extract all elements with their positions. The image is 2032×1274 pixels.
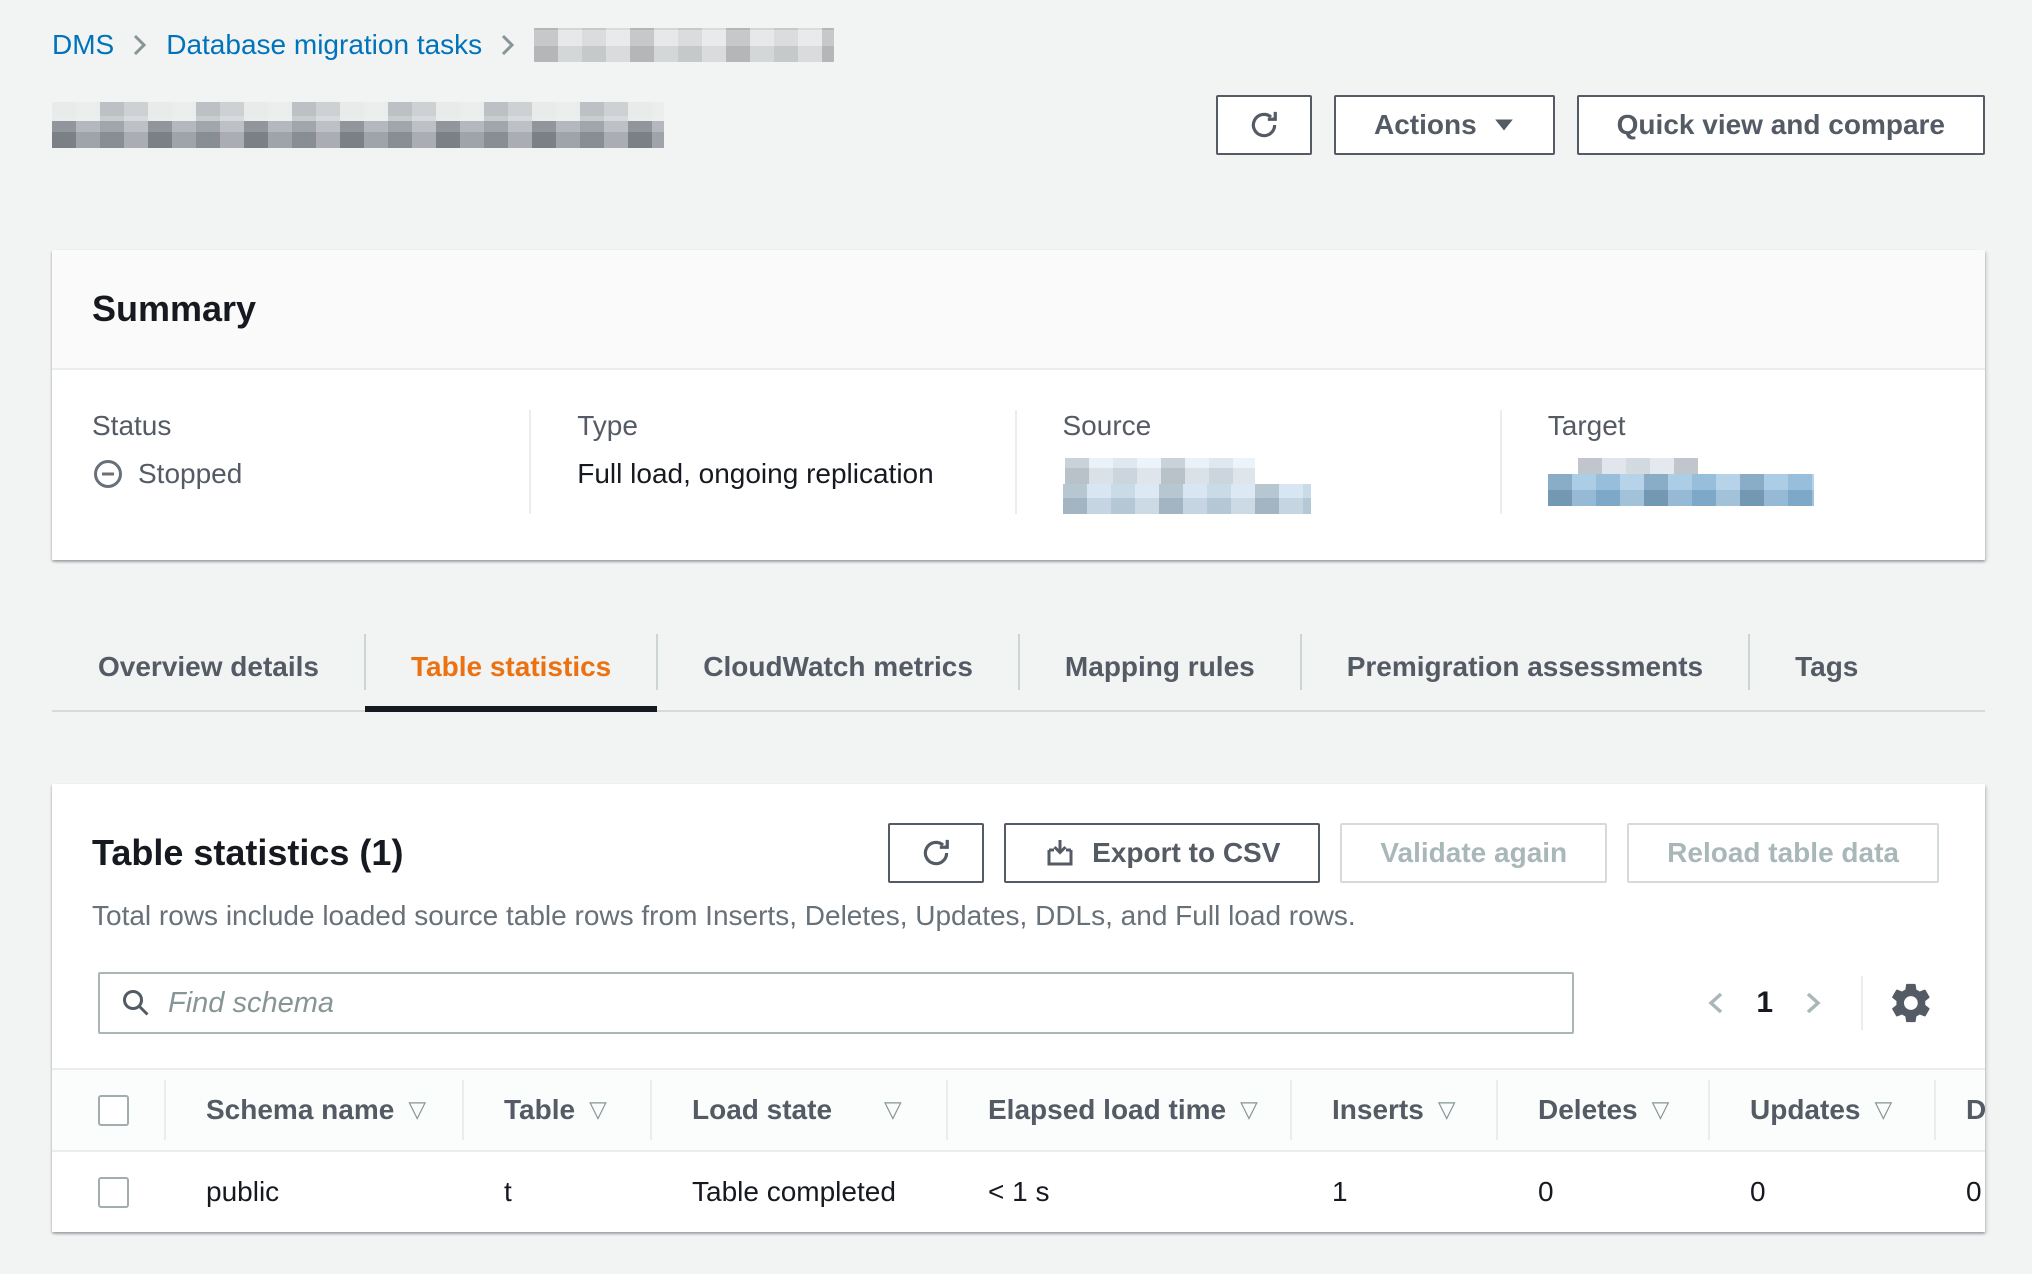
- breadcrumb: DMS Database migration tasks: [52, 26, 1985, 64]
- redacted-target-value: [1548, 458, 1985, 506]
- sort-down-icon: ▽: [589, 1097, 607, 1123]
- cell-table: t: [462, 1152, 650, 1232]
- type-label: Type: [577, 410, 1014, 442]
- table-header-row: Schema name▽ Table▽ Load state▽ Elapsed …: [52, 1068, 1985, 1152]
- refresh-button[interactable]: [1216, 95, 1312, 155]
- column-header-inserts[interactable]: Inserts▽: [1290, 1070, 1496, 1150]
- redacted-task-name: [534, 28, 834, 62]
- status-text: Stopped: [138, 458, 242, 490]
- breadcrumb-dms-link[interactable]: DMS: [52, 29, 114, 61]
- export-csv-icon: [1044, 837, 1076, 869]
- search-icon: [120, 987, 152, 1019]
- status-label: Status: [92, 410, 529, 442]
- stopped-icon: [92, 458, 124, 490]
- redacted-source-value: [1063, 458, 1500, 514]
- export-to-csv-button[interactable]: Export to CSV: [1004, 823, 1320, 883]
- gear-icon: [1888, 980, 1934, 1026]
- reload-table-data-label: Reload table data: [1667, 837, 1899, 869]
- type-value: Full load, ongoing replication: [577, 458, 1014, 490]
- sort-down-icon: ▽: [1652, 1097, 1670, 1123]
- status-value: Stopped: [92, 458, 529, 490]
- tab-cloudwatch-metrics[interactable]: CloudWatch metrics: [657, 624, 1019, 710]
- sort-down-icon: ▽: [1438, 1097, 1456, 1123]
- validate-again-button[interactable]: Validate again: [1340, 823, 1607, 883]
- page-header: Actions Quick view and compare: [52, 94, 1985, 156]
- summary-field-target: Target: [1500, 410, 1985, 514]
- summary-field-source: Source: [1015, 410, 1500, 514]
- chevron-left-icon: [1704, 987, 1728, 1019]
- tab-table-statistics[interactable]: Table statistics: [365, 624, 657, 710]
- find-schema-input[interactable]: [168, 987, 1552, 1020]
- table-refresh-button[interactable]: [888, 823, 984, 883]
- chevron-right-icon: [1801, 987, 1825, 1019]
- table-statistics-description: Total rows include loaded source table r…: [52, 900, 1985, 932]
- sort-down-icon: ▽: [408, 1097, 426, 1123]
- tab-overview-details[interactable]: Overview details: [52, 624, 365, 710]
- column-header-deletes[interactable]: Deletes▽: [1496, 1070, 1708, 1150]
- row-checkbox[interactable]: [98, 1177, 129, 1208]
- column-header-ddls-truncated[interactable]: D: [1934, 1070, 1985, 1150]
- cell-load-state: Table completed: [650, 1152, 946, 1232]
- column-header-schema-name[interactable]: Schema name▽: [164, 1070, 462, 1150]
- cell-schema-name: public: [164, 1152, 462, 1232]
- previous-page-button[interactable]: [1694, 978, 1738, 1028]
- select-all-cell: [52, 1070, 164, 1150]
- breadcrumb-chevron-icon: [130, 31, 150, 59]
- quick-view-and-compare-button[interactable]: Quick view and compare: [1577, 95, 1985, 155]
- summary-body: Status Stopped Type Full load, ongoing r…: [52, 370, 1985, 560]
- next-page-button[interactable]: [1791, 978, 1835, 1028]
- sort-down-icon: ▽: [1240, 1097, 1258, 1123]
- dms-task-page: DMS Database migration tasks Actions: [0, 0, 2032, 1274]
- quick-view-button-label: Quick view and compare: [1617, 109, 1945, 141]
- cell-updates: 0: [1708, 1152, 1934, 1232]
- breadcrumb-chevron-icon: [498, 31, 518, 59]
- actions-button[interactable]: Actions: [1334, 95, 1555, 155]
- actions-button-label: Actions: [1374, 109, 1477, 141]
- reload-table-data-button[interactable]: Reload table data: [1627, 823, 1939, 883]
- table-statistics-title: Table statistics (1): [92, 832, 403, 874]
- search-box: [98, 972, 1574, 1034]
- cell-ddls-truncated: 0: [1934, 1152, 1985, 1232]
- column-header-load-state[interactable]: Load state▽: [650, 1070, 946, 1150]
- source-label: Source: [1063, 410, 1500, 442]
- page-number[interactable]: 1: [1756, 986, 1773, 1020]
- table-preferences-button[interactable]: [1883, 975, 1939, 1031]
- table-row: public t Table completed < 1 s 1 0 0 0: [52, 1152, 1985, 1232]
- pagination: 1: [1694, 975, 1939, 1031]
- select-all-checkbox[interactable]: [98, 1095, 129, 1126]
- refresh-icon: [1247, 108, 1281, 142]
- tab-premigration-assessments[interactable]: Premigration assessments: [1301, 624, 1749, 710]
- table-toolbar: Export to CSV Validate again Reload tabl…: [888, 823, 1939, 883]
- table-filter-row: 1: [52, 972, 1985, 1034]
- summary-field-status: Status Stopped: [52, 410, 529, 514]
- tab-mapping-rules[interactable]: Mapping rules: [1019, 624, 1301, 710]
- tab-tags[interactable]: Tags: [1749, 624, 1904, 710]
- task-tabs: Overview details Table statistics CloudW…: [52, 624, 1985, 712]
- pager-divider: [1861, 976, 1863, 1030]
- validate-again-label: Validate again: [1380, 837, 1567, 869]
- export-to-csv-label: Export to CSV: [1092, 837, 1280, 869]
- column-header-elapsed-load-time[interactable]: Elapsed load time▽: [946, 1070, 1290, 1150]
- sort-down-icon: ▽: [884, 1097, 902, 1123]
- breadcrumb-tasks-link[interactable]: Database migration tasks: [166, 29, 482, 61]
- summary-card-header: Summary: [52, 250, 1985, 370]
- cell-deletes: 0: [1496, 1152, 1708, 1232]
- redacted-page-title: [52, 102, 664, 148]
- sort-down-icon: ▽: [1874, 1097, 1892, 1123]
- cell-inserts: 1: [1290, 1152, 1496, 1232]
- column-header-updates[interactable]: Updates▽: [1708, 1070, 1934, 1150]
- column-header-table[interactable]: Table▽: [462, 1070, 650, 1150]
- dropdown-caret-icon: [1493, 117, 1515, 133]
- summary-title: Summary: [92, 288, 256, 330]
- summary-field-type: Type Full load, ongoing replication: [529, 410, 1014, 514]
- cell-elapsed-load-time: < 1 s: [946, 1152, 1290, 1232]
- summary-card: Summary Status Stopped Type Full load, o…: [52, 250, 1985, 560]
- refresh-icon: [919, 836, 953, 870]
- table-statistics-card: Table statistics (1) Export to CSV: [52, 784, 1985, 1232]
- row-select-cell: [52, 1152, 164, 1232]
- header-actions: Actions Quick view and compare: [1216, 95, 1985, 155]
- target-label: Target: [1548, 410, 1985, 442]
